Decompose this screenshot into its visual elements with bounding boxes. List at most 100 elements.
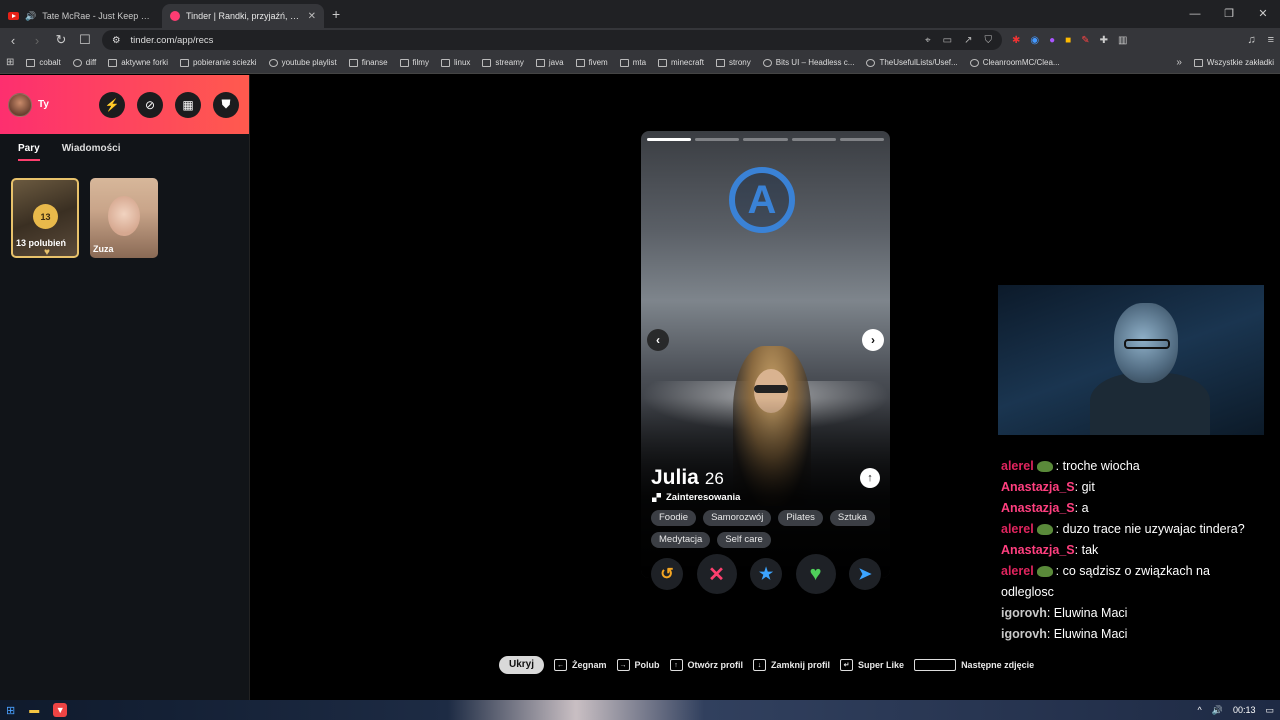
windows-start-icon[interactable]: ⊞: [6, 704, 15, 717]
extension-icon[interactable]: ✱: [1012, 35, 1020, 46]
nope-button[interactable]: ✕: [696, 554, 737, 594]
bookmark-item[interactable]: TheUsefulLists/Usef...: [866, 58, 958, 67]
notifications-icon[interactable]: ▭: [1265, 705, 1274, 716]
rewind-button[interactable]: ↺: [651, 558, 683, 590]
browser-tab-youtube[interactable]: 🔊 Tate McRae - Just Keep Watching: [0, 4, 162, 28]
new-tab-button[interactable]: +: [332, 6, 340, 22]
photo-progress-segment[interactable]: [647, 138, 692, 141]
folder-icon: [535, 58, 545, 67]
lightning-icon: ⚡: [104, 97, 120, 112]
stream-chat: alerel: troche wiocha Anastazja_S: git Ana…: [1001, 456, 1271, 645]
hide-shortcuts-button[interactable]: Ukryj: [499, 656, 545, 674]
browser-tab-tinder[interactable]: Tinder | Randki, przyjaźń, nowe z ✕: [162, 4, 324, 28]
bookmark-item[interactable]: cobalt: [26, 58, 61, 67]
bookmark-folder[interactable]: finanse: [348, 58, 388, 67]
clock[interactable]: 00:13: [1233, 705, 1256, 715]
previous-photo-button[interactable]: ‹: [647, 329, 669, 351]
file-explorer-icon[interactable]: ▬: [29, 705, 39, 716]
match-photo: [108, 196, 140, 236]
chat-username[interactable]: alerel: [1001, 522, 1034, 536]
all-bookmarks[interactable]: Wszystkie zakładki: [1193, 58, 1274, 67]
profile-card[interactable]: A ‹ › Julia 26 ↑ Zainteresowania Foodie …: [641, 131, 890, 578]
bookmark-item[interactable]: aktywne forki: [108, 58, 168, 67]
boost-button[interactable]: ⚡: [99, 91, 125, 118]
next-photo-button[interactable]: ›: [862, 329, 884, 351]
photo-progress-segment[interactable]: [839, 138, 885, 141]
bookmark-folder[interactable]: fivem: [575, 58, 608, 67]
photo-progress-segment[interactable]: [695, 138, 740, 141]
site-info-icon[interactable]: ⚙: [112, 35, 121, 46]
volume-icon[interactable]: 🔊: [1212, 705, 1223, 716]
chat-username[interactable]: alerel: [1001, 564, 1034, 578]
close-window-icon[interactable]: ✕: [1246, 0, 1280, 28]
chat-username[interactable]: Anastazja_S: [1001, 501, 1075, 515]
explore-button[interactable]: ⊘: [137, 91, 163, 118]
back-icon[interactable]: ‹: [6, 33, 20, 48]
extension-icon[interactable]: ✎: [1081, 35, 1089, 46]
location-icon[interactable]: ⌖: [925, 35, 931, 46]
profile-name[interactable]: Ty: [38, 99, 49, 110]
bookmark-folder[interactable]: minecraft: [658, 58, 704, 67]
puzzle-icon[interactable]: ✚: [1100, 35, 1108, 46]
close-tab-icon[interactable]: ✕: [308, 11, 316, 22]
bookmark-folder[interactable]: filmy: [399, 58, 429, 67]
bookmark-folder[interactable]: java: [535, 58, 564, 67]
forward-icon[interactable]: ›: [30, 33, 44, 48]
super-like-button[interactable]: ★: [750, 558, 782, 590]
match-card[interactable]: Zuza: [90, 178, 158, 258]
cast-icon[interactable]: ▭: [943, 35, 952, 46]
header-actions: ⚡ ⊘ ▦ ⛊: [99, 91, 239, 118]
bookmark-folder[interactable]: linux: [440, 58, 471, 67]
bookmark-folder[interactable]: strony: [715, 58, 751, 67]
chat-username[interactable]: igorovh: [1001, 627, 1047, 641]
more-bookmarks-icon[interactable]: »: [1176, 57, 1182, 68]
photo-progress-segment[interactable]: [791, 138, 836, 141]
url-field[interactable]: ⚙ tinder.com/app/recs ⌖ ▭ ↗ ⛉: [102, 30, 1002, 50]
chat-username[interactable]: Anastazja_S: [1001, 480, 1075, 494]
extension-icon[interactable]: ●: [1049, 35, 1055, 46]
share-icon[interactable]: ↗: [964, 35, 972, 46]
brave-browser-icon[interactable]: ▼: [53, 703, 68, 717]
likes-count-badge: 13: [33, 204, 58, 229]
menu-icon[interactable]: ≡: [1268, 34, 1274, 46]
bookmark-item[interactable]: Bits UI – Headless c...: [762, 58, 854, 67]
photo-progress-segment[interactable]: [743, 138, 788, 141]
bookmark-folder[interactable]: mta: [619, 58, 646, 67]
briefcase-button[interactable]: ▦: [175, 91, 201, 118]
bookmark-item[interactable]: CleanroomMC/Clea...: [969, 58, 1060, 67]
bookmark-item[interactable]: diff: [72, 58, 96, 67]
chat-username[interactable]: igorovh: [1001, 606, 1047, 620]
arrow-down-key-icon: ↓: [753, 659, 767, 671]
restore-icon[interactable]: ❐: [1212, 0, 1246, 28]
apps-grid-icon[interactable]: ⊞: [6, 57, 14, 68]
playlist-icon[interactable]: ♫: [1247, 34, 1255, 46]
safety-button[interactable]: ⛊: [213, 91, 239, 118]
tray-overflow-icon[interactable]: ^: [1198, 705, 1202, 715]
chat-username[interactable]: alerel: [1001, 459, 1034, 473]
shortcut-label: Super Like: [858, 660, 905, 670]
sidebar-icon[interactable]: ▥: [1118, 35, 1127, 46]
bookmark-icon[interactable]: ☐: [78, 32, 92, 48]
likes-card[interactable]: 13 13 polubień ♥: [11, 178, 79, 258]
tab-matches[interactable]: Pary: [18, 143, 40, 161]
browser-tab-strip: 🔊 Tate McRae - Just Keep Watching Tinder…: [0, 0, 1280, 28]
minimize-icon[interactable]: —: [1178, 0, 1212, 28]
interest-tag: Self care: [717, 532, 771, 548]
bookmark-label: linux: [453, 58, 471, 67]
open-profile-button[interactable]: ↑: [860, 468, 880, 488]
like-button[interactable]: ♥: [795, 554, 836, 594]
shield-icon[interactable]: ⛉: [985, 35, 993, 46]
extension-icon[interactable]: ◉: [1030, 35, 1039, 46]
tab-messages[interactable]: Wiadomości: [62, 143, 121, 161]
chat-username[interactable]: Anastazja_S: [1001, 543, 1075, 557]
avatar[interactable]: [8, 92, 32, 117]
boost-send-button[interactable]: ➤: [849, 558, 881, 590]
bookmark-item[interactable]: youtube playlist: [268, 58, 337, 67]
bookmark-item[interactable]: pobieranie sciezki: [179, 58, 257, 67]
reload-icon[interactable]: ↻: [54, 32, 68, 48]
bookmark-label: aktywne forki: [121, 58, 168, 67]
extension-icon[interactable]: ■: [1065, 35, 1071, 46]
swipe-actions: ↺ ✕ ★ ♥ ➤: [651, 554, 881, 594]
bookmark-folder[interactable]: streamy: [482, 58, 524, 67]
speaker-icon[interactable]: 🔊: [25, 11, 36, 22]
